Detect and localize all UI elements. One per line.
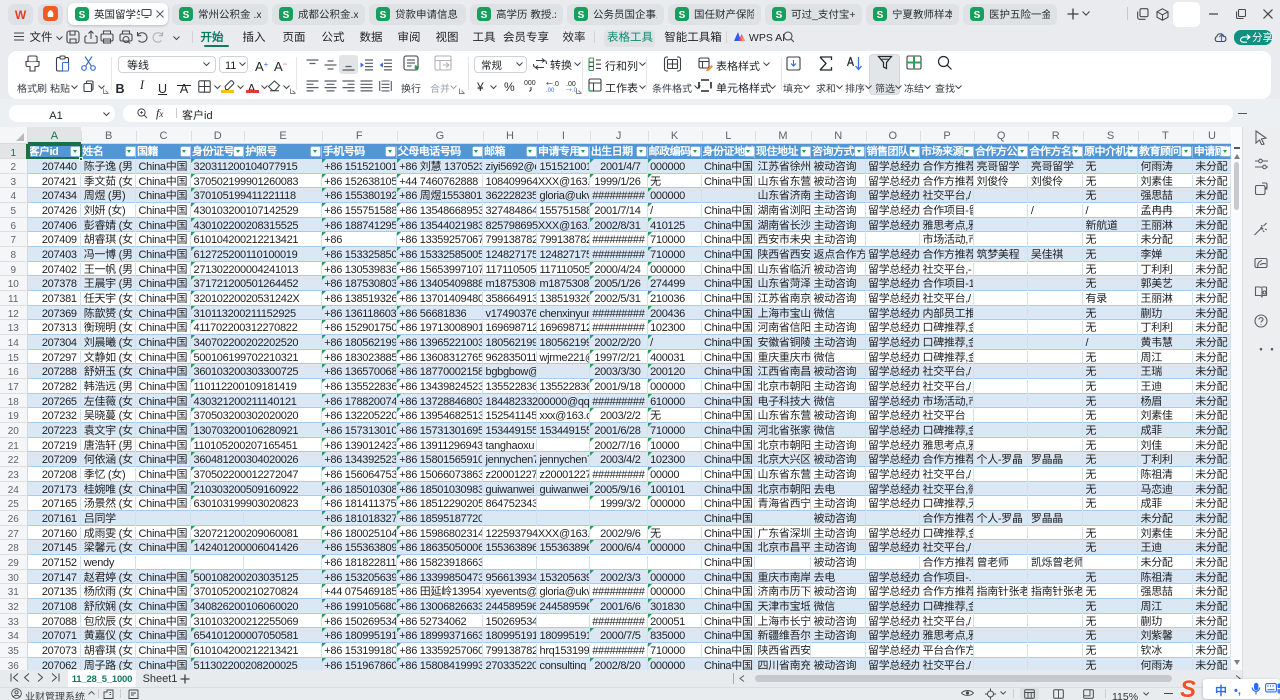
svg-text:.00: .00 (546, 85, 555, 92)
svg-text:000: 000 (524, 79, 536, 88)
svg-text:S: S (1180, 676, 1196, 700)
